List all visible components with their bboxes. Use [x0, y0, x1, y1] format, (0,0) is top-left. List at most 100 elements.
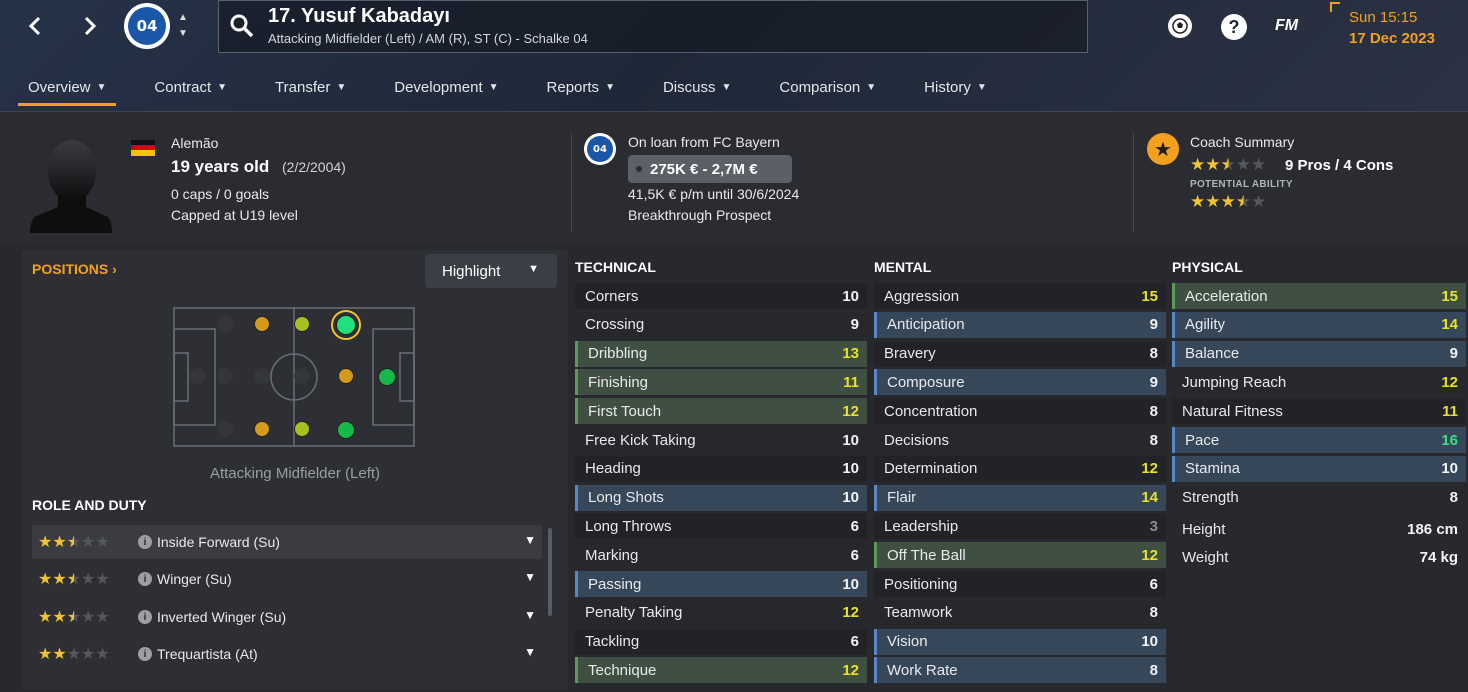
back-arrow-icon[interactable]	[15, 6, 55, 46]
attribute-row[interactable]: Acceleration 15	[1172, 283, 1466, 309]
attribute-value: 8	[1149, 345, 1158, 363]
info-icon[interactable]: i	[138, 647, 152, 661]
attribute-row[interactable]: Marking 6	[575, 542, 867, 569]
attribute-row[interactable]: Stamina 10	[1172, 455, 1466, 482]
tab-transfer[interactable]: Transfer ▼	[265, 70, 356, 104]
attribute-row[interactable]: Strength 8	[1172, 484, 1466, 511]
attribute-value: 14	[1441, 316, 1458, 334]
attribute-row[interactable]: Leadership 3	[874, 513, 1166, 540]
position-dot-dm-right[interactable]	[254, 421, 270, 437]
attribute-row[interactable]: Composure 9	[874, 369, 1166, 396]
attribute-row[interactable]: Flair 14	[874, 484, 1166, 511]
attribute-row[interactable]: Dribbling 13	[575, 340, 867, 367]
attribute-row[interactable]: Vision 10	[874, 628, 1166, 655]
attribute-name: Determination	[884, 460, 978, 478]
attribute-row[interactable]: Agility 14	[1172, 311, 1466, 338]
tab-reports[interactable]: Reports ▼	[537, 70, 625, 104]
coach-summary-title[interactable]: Coach Summary	[1190, 134, 1294, 150]
tab-contract[interactable]: Contract ▼	[144, 70, 237, 104]
attribute-value: 9	[850, 316, 859, 334]
role-item[interactable]: ★★★★★ i Trequartista (At) ▼	[32, 637, 542, 671]
role-stars: ★★★★★	[32, 646, 138, 663]
highlight-dropdown[interactable]: Highlight ▼	[425, 254, 557, 288]
football-icon[interactable]	[1168, 14, 1192, 38]
attribute-name: Tackling	[585, 633, 640, 651]
attribute-row[interactable]: Passing 10	[575, 571, 867, 597]
attribute-row[interactable]: Balance 9	[1172, 340, 1466, 367]
tab-history[interactable]: History ▼	[914, 70, 997, 104]
star-empty-icon: ★	[95, 609, 110, 626]
attribute-row[interactable]: Anticipation 9	[874, 311, 1166, 338]
position-dot-st-centre[interactable]	[378, 368, 396, 386]
position-dot-dm-left[interactable]	[254, 316, 270, 332]
attribute-row[interactable]: Concentration 8	[874, 398, 1166, 425]
attribute-row[interactable]: Penalty Taking 12	[575, 599, 867, 626]
attribute-row[interactable]: Free Kick Taking 10	[575, 427, 867, 453]
search-icon[interactable]	[230, 14, 254, 43]
tab-overview[interactable]: Overview ▼	[18, 70, 117, 106]
attribute-row[interactable]: Pace 16	[1172, 427, 1466, 453]
forward-arrow-icon[interactable]	[70, 6, 110, 46]
loan-club-badge[interactable]: 04	[584, 133, 616, 165]
star-full-icon: ★	[52, 534, 67, 551]
attribute-row[interactable]: First Touch 12	[575, 398, 867, 425]
attribute-value: 10	[842, 575, 859, 593]
attribute-value: 10	[842, 489, 859, 507]
transfer-value-tag[interactable]: 275K € - 2,7M €	[628, 155, 792, 183]
attribute-row[interactable]: Determination 12	[874, 455, 1166, 482]
club-switch-chevrons-icon[interactable]: ▲ ▼	[178, 10, 188, 42]
attribute-row[interactable]: Work Rate 8	[874, 657, 1166, 684]
attribute-row[interactable]: Technique 12	[575, 657, 867, 684]
club-badge[interactable]: 04	[124, 3, 170, 49]
coach-star-icon: ★	[1147, 133, 1179, 165]
attribute-row[interactable]: Off The Ball 12	[874, 542, 1166, 569]
tag-hole-icon	[636, 166, 642, 172]
attribute-row[interactable]: Finishing 11	[575, 369, 867, 396]
attribute-row[interactable]: Teamwork 8	[874, 599, 1166, 626]
attribute-name: Off The Ball	[887, 546, 966, 564]
attribute-row[interactable]: Crossing 9	[575, 311, 867, 338]
info-icon[interactable]: i	[138, 610, 152, 624]
position-dot-m-left[interactable]	[294, 316, 310, 332]
nationality[interactable]: Alemão	[171, 135, 218, 151]
positions-title[interactable]: POSITIONS ›	[32, 261, 117, 277]
attribute-row[interactable]: Long Throws 6	[575, 513, 867, 540]
tab-development[interactable]: Development ▼	[384, 70, 508, 104]
position-dot-m-right[interactable]	[294, 421, 310, 437]
attribute-row[interactable]: Long Shots 10	[575, 484, 867, 511]
attribute-row[interactable]: Positioning 6	[874, 571, 1166, 597]
role-item[interactable]: ★★★★★ i Inside Forward (Su) ▼	[32, 525, 542, 559]
position-dot-am-left[interactable]	[336, 315, 356, 335]
role-label: Inverted Winger (Su)	[157, 609, 287, 625]
attribute-row[interactable]: Corners 10	[575, 283, 867, 309]
attribute-row[interactable]: Aggression 15	[874, 283, 1166, 309]
chevron-down-icon: ▼	[528, 263, 539, 275]
attribute-name: First Touch	[588, 402, 662, 420]
tab-comparison[interactable]: Comparison ▼	[769, 70, 886, 104]
star-full-icon: ★	[52, 571, 67, 588]
role-item[interactable]: ★★★★★ i Inverted Winger (Su) ▼	[32, 600, 542, 634]
attribute-value: 8	[1149, 604, 1158, 622]
help-icon[interactable]: ?	[1221, 14, 1247, 40]
player-age: 19 years old	[171, 157, 270, 176]
role-item[interactable]: ★★★★★ i Winger (Su) ▼	[32, 562, 542, 596]
loan-info[interactable]: On loan from FC Bayern	[628, 134, 780, 150]
info-icon[interactable]: i	[138, 572, 152, 586]
position-dot-am-right[interactable]	[337, 421, 355, 439]
attribute-row[interactable]: Jumping Reach 12	[1172, 369, 1466, 396]
fm-menu-button[interactable]: FM	[1275, 17, 1298, 35]
attribute-row[interactable]: Heading 10	[575, 455, 867, 482]
position-dot-am-centre[interactable]	[338, 368, 354, 384]
attribute-name: Free Kick Taking	[585, 431, 696, 449]
attribute-row[interactable]: Natural Fitness 11	[1172, 398, 1466, 425]
attribute-name: Leadership	[884, 517, 959, 535]
attribute-row[interactable]: Decisions 8	[874, 427, 1166, 453]
attribute-value: 14	[1141, 489, 1158, 507]
info-icon[interactable]: i	[138, 535, 152, 549]
current-date[interactable]: 17 Dec 2023	[1349, 30, 1435, 47]
attribute-row[interactable]: Bravery 8	[874, 340, 1166, 367]
attribute-row[interactable]: Tackling 6	[575, 628, 867, 655]
player-avatar	[28, 133, 112, 238]
tab-discuss[interactable]: Discuss ▼	[653, 70, 741, 104]
role-list-scrollbar[interactable]	[548, 528, 552, 616]
